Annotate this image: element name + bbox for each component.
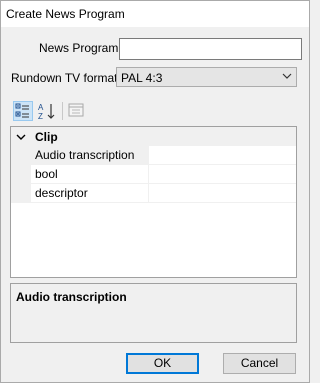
property-name: descriptor bbox=[31, 184, 149, 203]
category-header-clip[interactable]: Clip bbox=[11, 127, 296, 146]
category-label: Clip bbox=[35, 130, 58, 144]
property-row[interactable]: descriptor bbox=[11, 184, 296, 203]
description-panel: Audio transcription bbox=[10, 283, 297, 343]
property-value[interactable] bbox=[145, 184, 296, 203]
dialog-window: Create News Program News Program Rundown… bbox=[0, 0, 310, 383]
rundown-format-select[interactable]: PAL 4:3 bbox=[116, 67, 297, 87]
description-title: Audio transcription bbox=[16, 290, 127, 304]
news-program-label: News Program bbox=[39, 41, 119, 55]
sort-alphabetical-icon: A Z bbox=[38, 103, 55, 121]
categorized-view-button[interactable] bbox=[13, 101, 33, 121]
window-title: Create News Program bbox=[6, 7, 125, 21]
cancel-button[interactable]: Cancel bbox=[223, 353, 296, 374]
news-program-input[interactable] bbox=[119, 38, 302, 60]
row-gutter bbox=[11, 146, 31, 165]
property-value[interactable] bbox=[145, 165, 296, 184]
rundown-format-label: Rundown TV format: bbox=[11, 71, 121, 85]
property-name: bool bbox=[31, 165, 149, 184]
svg-text:Z: Z bbox=[38, 112, 43, 121]
property-value[interactable] bbox=[145, 146, 296, 165]
title-bar[interactable]: Create News Program bbox=[1, 1, 309, 27]
row-gutter bbox=[11, 184, 31, 203]
rundown-format-value: PAL 4:3 bbox=[121, 71, 163, 85]
ok-button[interactable]: OK bbox=[126, 353, 199, 374]
chevron-down-icon[interactable] bbox=[16, 132, 26, 142]
property-pages-icon bbox=[68, 103, 84, 117]
toolbar-separator bbox=[62, 102, 63, 120]
categorized-view-icon bbox=[15, 103, 29, 118]
alphabetical-sort-button[interactable]: A Z bbox=[37, 101, 57, 121]
svg-text:A: A bbox=[38, 103, 44, 112]
row-gutter bbox=[11, 165, 31, 184]
property-pages-button[interactable] bbox=[67, 101, 87, 121]
property-row[interactable]: Audio transcription bbox=[11, 146, 296, 165]
property-row[interactable]: bool bbox=[11, 165, 296, 184]
chevron-down-icon bbox=[282, 73, 292, 79]
property-grid[interactable]: Clip Audio transcription bool descriptor bbox=[10, 126, 297, 278]
property-name: Audio transcription bbox=[31, 146, 149, 165]
